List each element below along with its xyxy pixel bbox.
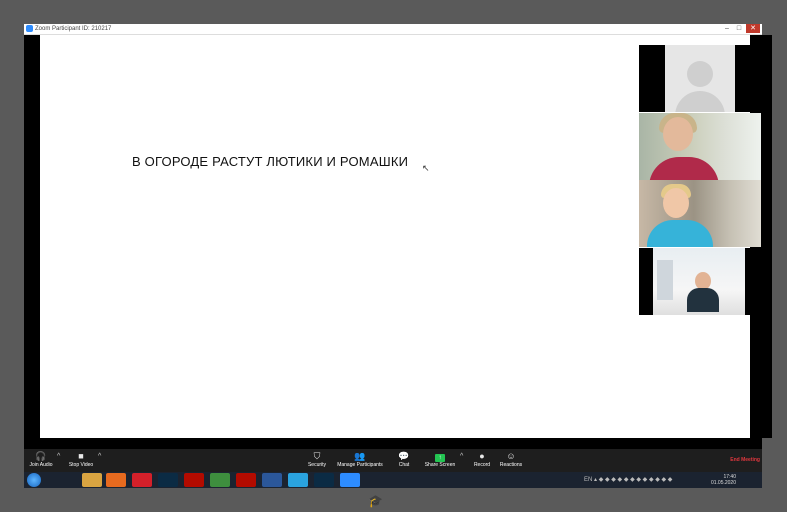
title-bar: Zoom Participant ID: 210217 – □ ✕ (24, 24, 762, 35)
participants-icon: 👥 (354, 451, 366, 461)
firefox-icon[interactable] (106, 473, 126, 487)
chat-bubble-icon: 💬 (398, 451, 410, 461)
share-options-chevron-icon[interactable]: ^ (460, 453, 463, 460)
telegram-icon[interactable] (288, 473, 308, 487)
record-button[interactable]: ● Record (471, 451, 493, 468)
zoom-app-icon (26, 25, 33, 32)
meeting-toolbar: 🎧 Join Audio ^ ■ Stop Video ^ ⛉ Security… (24, 449, 762, 472)
video-options-chevron-icon[interactable]: ^ (98, 453, 101, 460)
graduation-cap-icon: 🎓 (368, 494, 383, 508)
share-screen-icon: ↑ (435, 454, 445, 462)
record-icon: ● (479, 451, 485, 461)
start-button-icon[interactable] (27, 473, 41, 487)
slide-text: В ОГОРОДЕ РАСТУТ ЛЮТИКИ И РОМАШКИ (132, 154, 409, 169)
participant-tile[interactable] (639, 248, 761, 315)
language-indicator[interactable]: EN (584, 477, 592, 483)
video-camera-icon: ■ (78, 451, 84, 461)
opera-icon[interactable] (132, 473, 152, 487)
close-button[interactable]: ✕ (746, 24, 760, 33)
windows-taskbar: EN ▴ ◆ ◆ ◆ ◆ ◆ ◆ ◆ ◆ ◆ ◆ ◆ ◆ 17:40 01.05… (24, 472, 762, 488)
zoom-taskbar-icon[interactable] (340, 473, 360, 487)
system-tray-icons[interactable]: EN ▴ ◆ ◆ ◆ ◆ ◆ ◆ ◆ ◆ ◆ ◆ ◆ ◆ (584, 476, 672, 483)
avatar-head-icon (687, 61, 713, 87)
end-meeting-button[interactable]: End Meeting (730, 457, 760, 463)
participant-gallery (639, 45, 761, 318)
share-screen-button[interactable]: ↑ Share Screen (423, 451, 457, 468)
reactions-icon: ☺ (506, 451, 516, 461)
minimize-button[interactable]: – (722, 24, 732, 33)
file-explorer-icon[interactable] (82, 473, 102, 487)
reactions-button[interactable]: ☺ Reactions (498, 451, 524, 468)
manage-participants-button[interactable]: 👥 Manage Participants (335, 451, 385, 468)
maximize-button[interactable]: □ (734, 24, 744, 33)
acrobat-icon[interactable] (184, 473, 204, 487)
participant-tile[interactable] (639, 113, 761, 180)
chrome-icon[interactable] (210, 473, 230, 487)
acrobat-icon[interactable] (236, 473, 256, 487)
word-icon[interactable] (262, 473, 282, 487)
participant-tile[interactable] (639, 45, 761, 112)
window-title: Zoom Participant ID: 210217 (35, 26, 112, 32)
photoshop-icon[interactable] (158, 473, 178, 487)
participant-tile[interactable] (639, 180, 761, 247)
shield-icon: ⛉ (313, 451, 321, 461)
security-button[interactable]: ⛉ Security (304, 451, 330, 468)
avatar-body-icon (675, 91, 725, 112)
zoom-window: Zoom Participant ID: 210217 – □ ✕ В ОГОР… (24, 24, 772, 488)
mouse-cursor-icon: ↖ (422, 163, 430, 173)
stop-video-button[interactable]: ■ Stop Video (66, 451, 96, 468)
audio-options-chevron-icon[interactable]: ^ (57, 453, 60, 460)
photoshop-icon[interactable] (314, 473, 334, 487)
chat-button[interactable]: 💬 Chat (394, 451, 414, 468)
join-audio-button[interactable]: 🎧 Join Audio (26, 451, 56, 468)
headphones-icon: 🎧 (35, 451, 47, 461)
clock[interactable]: 17:40 01.05.2020 (711, 474, 736, 486)
